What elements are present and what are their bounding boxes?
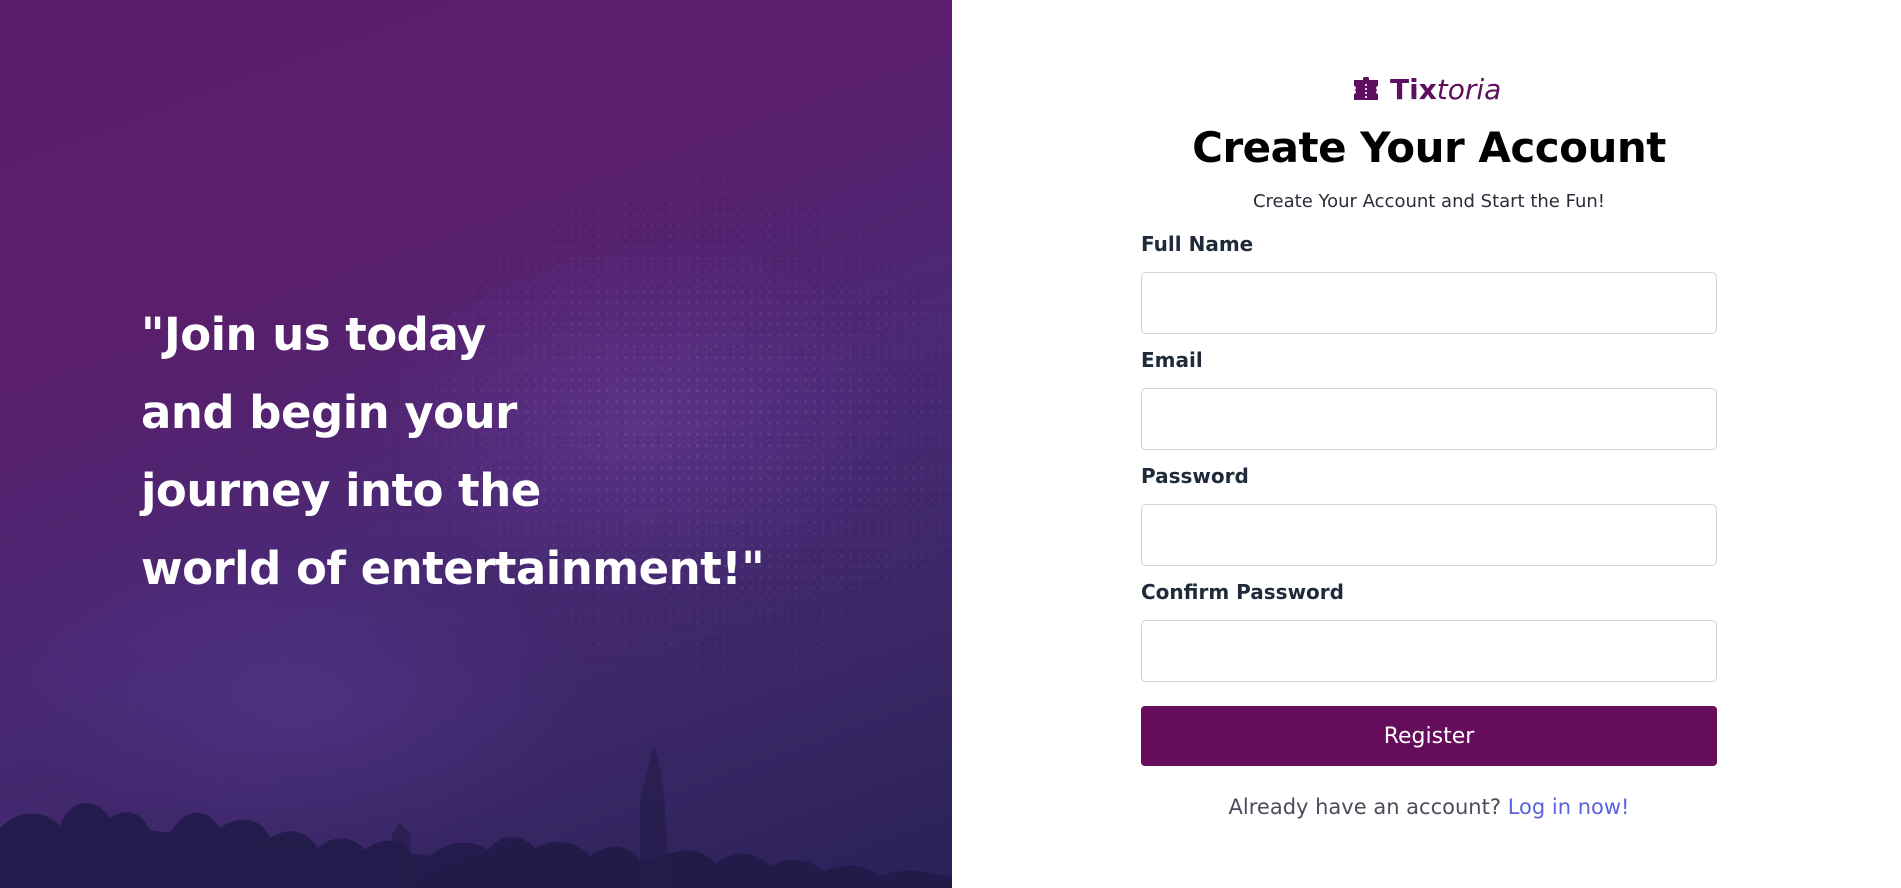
login-prompt-text: Already have an account? bbox=[1228, 795, 1501, 819]
brand-logo[interactable]: Tixtoria bbox=[1350, 72, 1501, 108]
password-input[interactable] bbox=[1141, 504, 1717, 566]
hero-quote: "Join us today and begin your journey in… bbox=[141, 296, 861, 608]
page-subtitle: Create Your Account and Start the Fun! bbox=[1252, 191, 1606, 212]
password-label: Password bbox=[1141, 464, 1249, 488]
login-link[interactable]: Log in now! bbox=[1508, 795, 1630, 819]
page-title: Create Your Account bbox=[1192, 123, 1666, 172]
email-label: Email bbox=[1141, 348, 1203, 372]
email-input[interactable] bbox=[1141, 388, 1717, 450]
full-name-input[interactable] bbox=[1141, 272, 1717, 334]
confirm-password-input[interactable] bbox=[1141, 620, 1717, 682]
brand-name-bold: Tix bbox=[1390, 73, 1437, 106]
brand-name-italic: toria bbox=[1436, 73, 1502, 106]
ticket-icon bbox=[1354, 77, 1378, 100]
hero-quote-line: and begin your bbox=[141, 386, 517, 439]
hero-quote-line: journey into the bbox=[141, 464, 541, 517]
hero-panel: "Join us today and begin your journey in… bbox=[0, 0, 952, 888]
hero-quote-line: world of entertainment!" bbox=[141, 542, 765, 595]
confirm-password-label: Confirm Password bbox=[1141, 580, 1344, 604]
brand-name: Tixtoria bbox=[1390, 72, 1501, 108]
hero-quote-line: "Join us today bbox=[141, 308, 486, 361]
crowd-silhouette bbox=[0, 746, 952, 888]
full-name-label: Full Name bbox=[1141, 232, 1254, 256]
register-button[interactable]: Register bbox=[1141, 706, 1717, 766]
login-prompt: Already have an account? Log in now! bbox=[1141, 792, 1717, 822]
